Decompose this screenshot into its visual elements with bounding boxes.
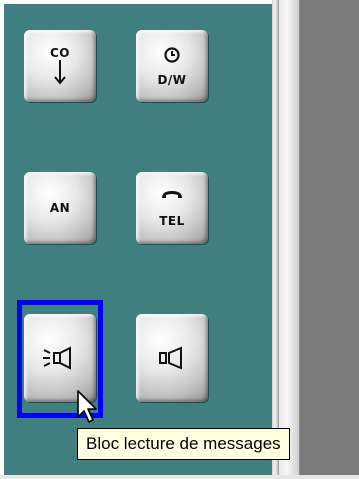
co-button[interactable]: CO	[24, 30, 96, 102]
tel-label: TEL	[159, 214, 185, 228]
app-window: CO D/W AN TEL Bloc lecture de messages	[0, 0, 359, 479]
splitter-bar[interactable]	[278, 0, 300, 479]
dw-button[interactable]: D/W	[136, 30, 208, 102]
speaker-icon	[159, 346, 182, 370]
tel-button[interactable]: TEL	[136, 172, 208, 244]
phone-handset-icon	[162, 191, 182, 198]
an-button[interactable]: AN	[24, 172, 96, 244]
dw-label: D/W	[157, 73, 187, 87]
mouse-cursor-icon	[77, 390, 97, 423]
down-arrow-icon	[54, 60, 66, 85]
bottom-border	[0, 475, 359, 479]
gray-area	[300, 0, 359, 479]
clock-icon	[164, 47, 180, 63]
co-label: CO	[49, 46, 70, 60]
tooltip: Bloc lecture de messages	[77, 428, 290, 460]
speaker-button[interactable]	[136, 314, 208, 402]
an-label: AN	[49, 201, 71, 215]
speaker-sound-icon	[43, 346, 71, 370]
